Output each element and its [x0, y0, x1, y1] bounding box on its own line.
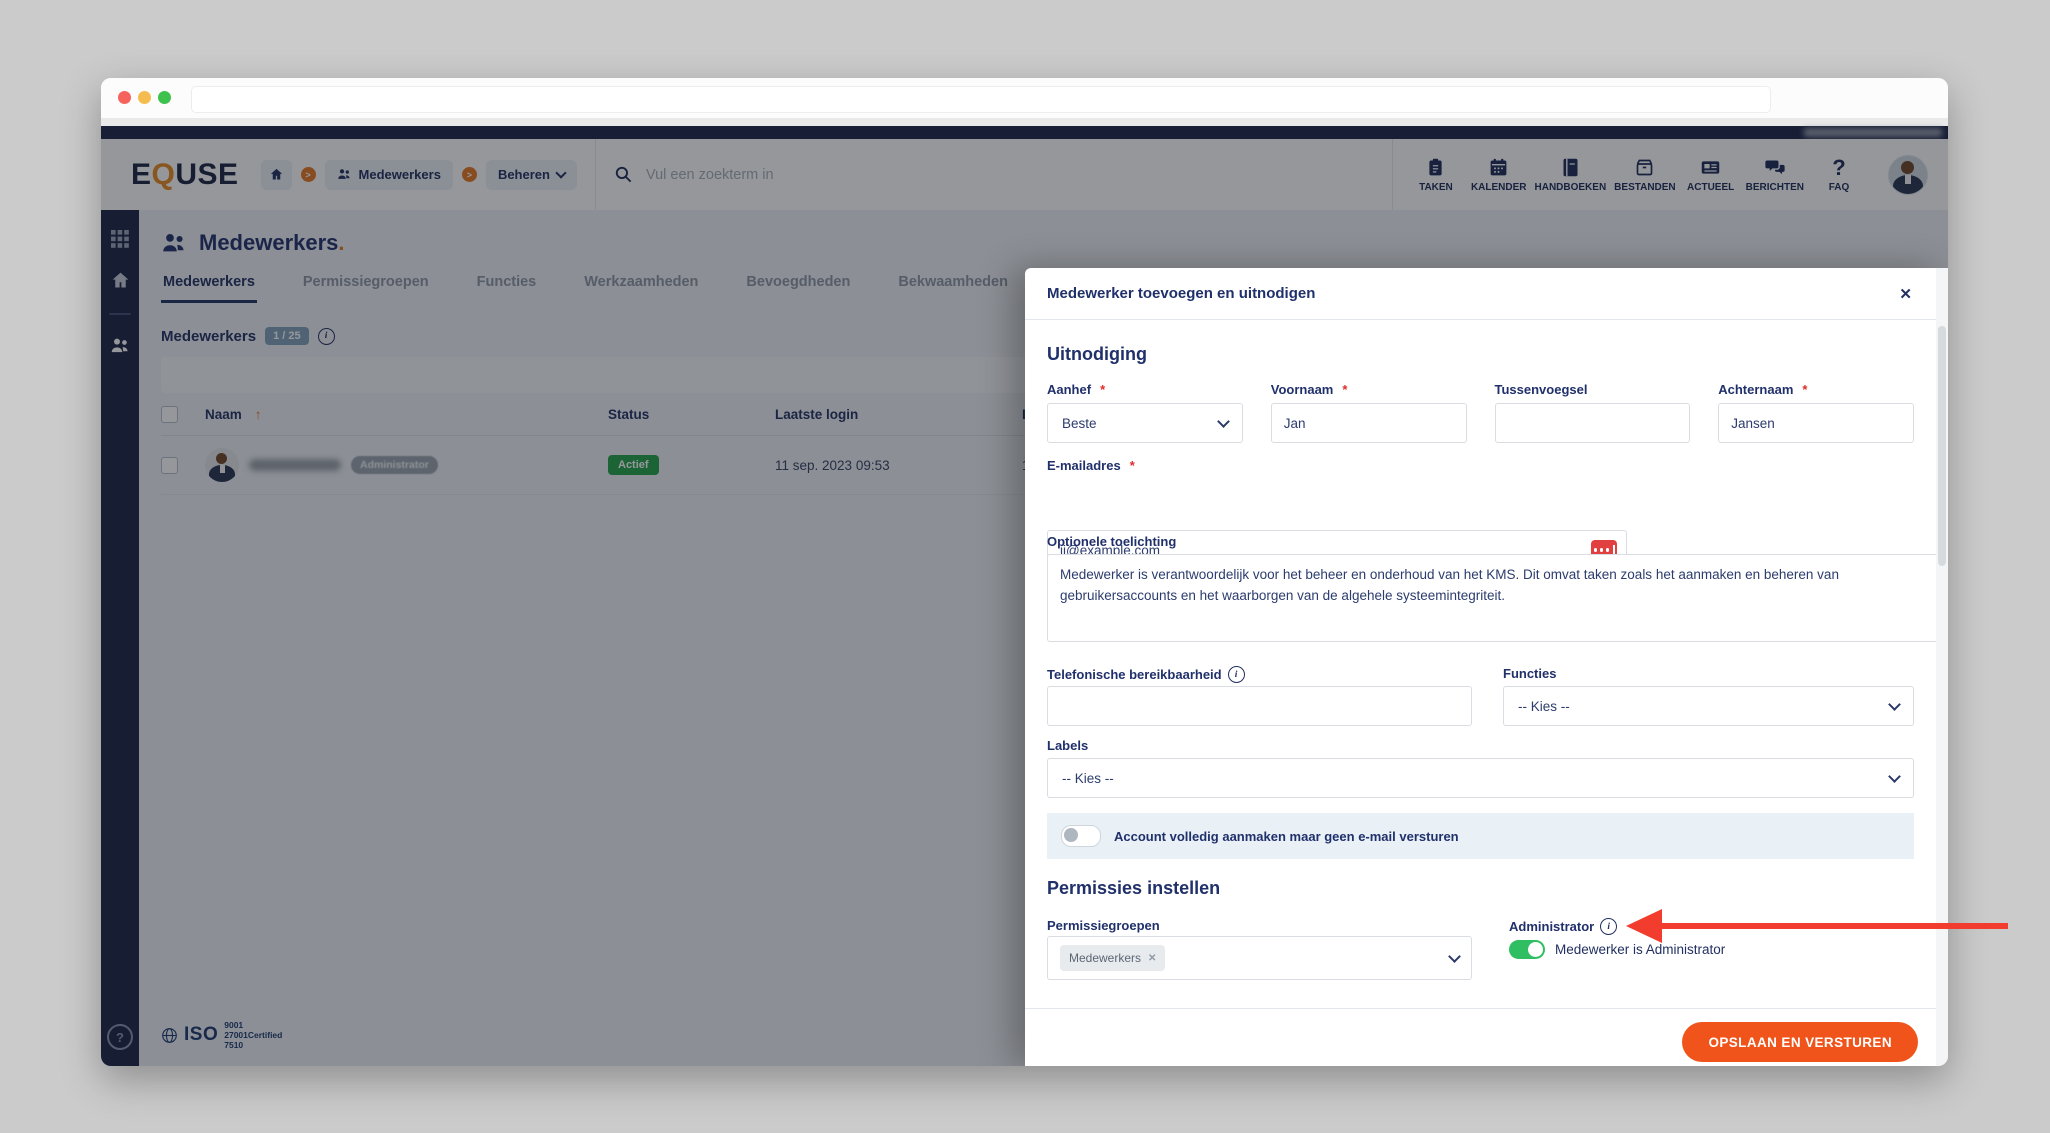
info-icon[interactable]: i: [1228, 666, 1245, 683]
aanhef-label: Aanhef*: [1047, 382, 1243, 397]
permission-chip: Medewerkers ✕: [1060, 945, 1165, 971]
toelichting-textarea[interactable]: Medewerker is verantwoordelijk voor het …: [1047, 554, 1948, 642]
annotation-arrow-line: [1660, 923, 2008, 929]
chevron-down-icon: [1888, 698, 1901, 711]
telefonisch-label: Telefonische bereikbaarheidi: [1047, 666, 1472, 683]
account-toggle[interactable]: [1061, 825, 1101, 847]
labels-label: Labels: [1047, 738, 1914, 753]
add-employee-modal: Medewerker toevoegen en uitnodigen ✕ Uit…: [1025, 268, 1948, 1066]
chrome-divider: [101, 118, 1948, 126]
chip-label: Medewerkers: [1069, 951, 1141, 965]
save-and-send-button[interactable]: OPSLAAN EN VERSTUREN: [1682, 1022, 1918, 1062]
desktop: EQUSE > Medewerkers > Beheren: [0, 0, 2050, 1133]
section-uitnodiging: Uitnodiging: [1047, 344, 1914, 365]
window-close-button[interactable]: [118, 91, 131, 104]
permissiegroepen-select[interactable]: Medewerkers ✕: [1047, 936, 1472, 980]
chevron-down-icon: [1448, 950, 1461, 963]
voornaam-label: Voornaam*: [1271, 382, 1467, 397]
modal-title: Medewerker toevoegen en uitnodigen: [1047, 285, 1315, 302]
functies-label: Functies: [1503, 666, 1914, 681]
modal-scrollbar[interactable]: [1936, 268, 1948, 1066]
window-zoom-button[interactable]: [158, 91, 171, 104]
achternaam-label: Achternaam*: [1718, 382, 1914, 397]
chevron-down-icon: [1888, 770, 1901, 783]
address-bar[interactable]: [191, 86, 1771, 113]
section-permissies: Permissies instellen: [1047, 878, 1914, 899]
info-icon[interactable]: i: [1600, 918, 1617, 935]
browser-window: EQUSE > Medewerkers > Beheren: [101, 78, 1948, 1066]
annotation-arrow-head: [1626, 909, 1662, 943]
account-toggle-band: Account volledig aanmaken maar geen e-ma…: [1047, 813, 1914, 859]
tussenvoegsel-input[interactable]: [1495, 403, 1691, 443]
account-toggle-label: Account volledig aanmaken maar geen e-ma…: [1114, 829, 1459, 844]
toelichting-label: Optionele toelichting: [1047, 534, 1914, 549]
modal-footer-divider: [1025, 1008, 1936, 1009]
close-icon[interactable]: ✕: [1899, 285, 1912, 303]
tussenvoegsel-label: Tussenvoegsel: [1495, 382, 1691, 397]
chevron-down-icon: [1217, 415, 1230, 428]
telefonisch-input[interactable]: [1047, 686, 1472, 726]
browser-chrome: [101, 78, 1948, 118]
voornaam-input[interactable]: [1271, 403, 1467, 443]
functies-select[interactable]: -- Kies --: [1503, 686, 1914, 726]
window-minimize-button[interactable]: [138, 91, 151, 104]
aanhef-select[interactable]: Beste: [1047, 403, 1243, 443]
administrator-toggle-label: Medewerker is Administrator: [1555, 942, 1725, 957]
permissiegroepen-label: Permissiegroepen: [1047, 918, 1472, 933]
scrollbar-thumb[interactable]: [1938, 326, 1946, 566]
labels-select[interactable]: -- Kies --: [1047, 758, 1914, 798]
email-label: E-mailadres*: [1047, 458, 1914, 473]
administrator-toggle[interactable]: [1509, 940, 1545, 959]
modal-header: Medewerker toevoegen en uitnodigen ✕: [1025, 268, 1948, 320]
chip-remove-icon[interactable]: ✕: [1148, 953, 1156, 964]
achternaam-input[interactable]: [1718, 403, 1914, 443]
administrator-toggle-row: Medewerker is Administrator: [1509, 940, 1914, 959]
